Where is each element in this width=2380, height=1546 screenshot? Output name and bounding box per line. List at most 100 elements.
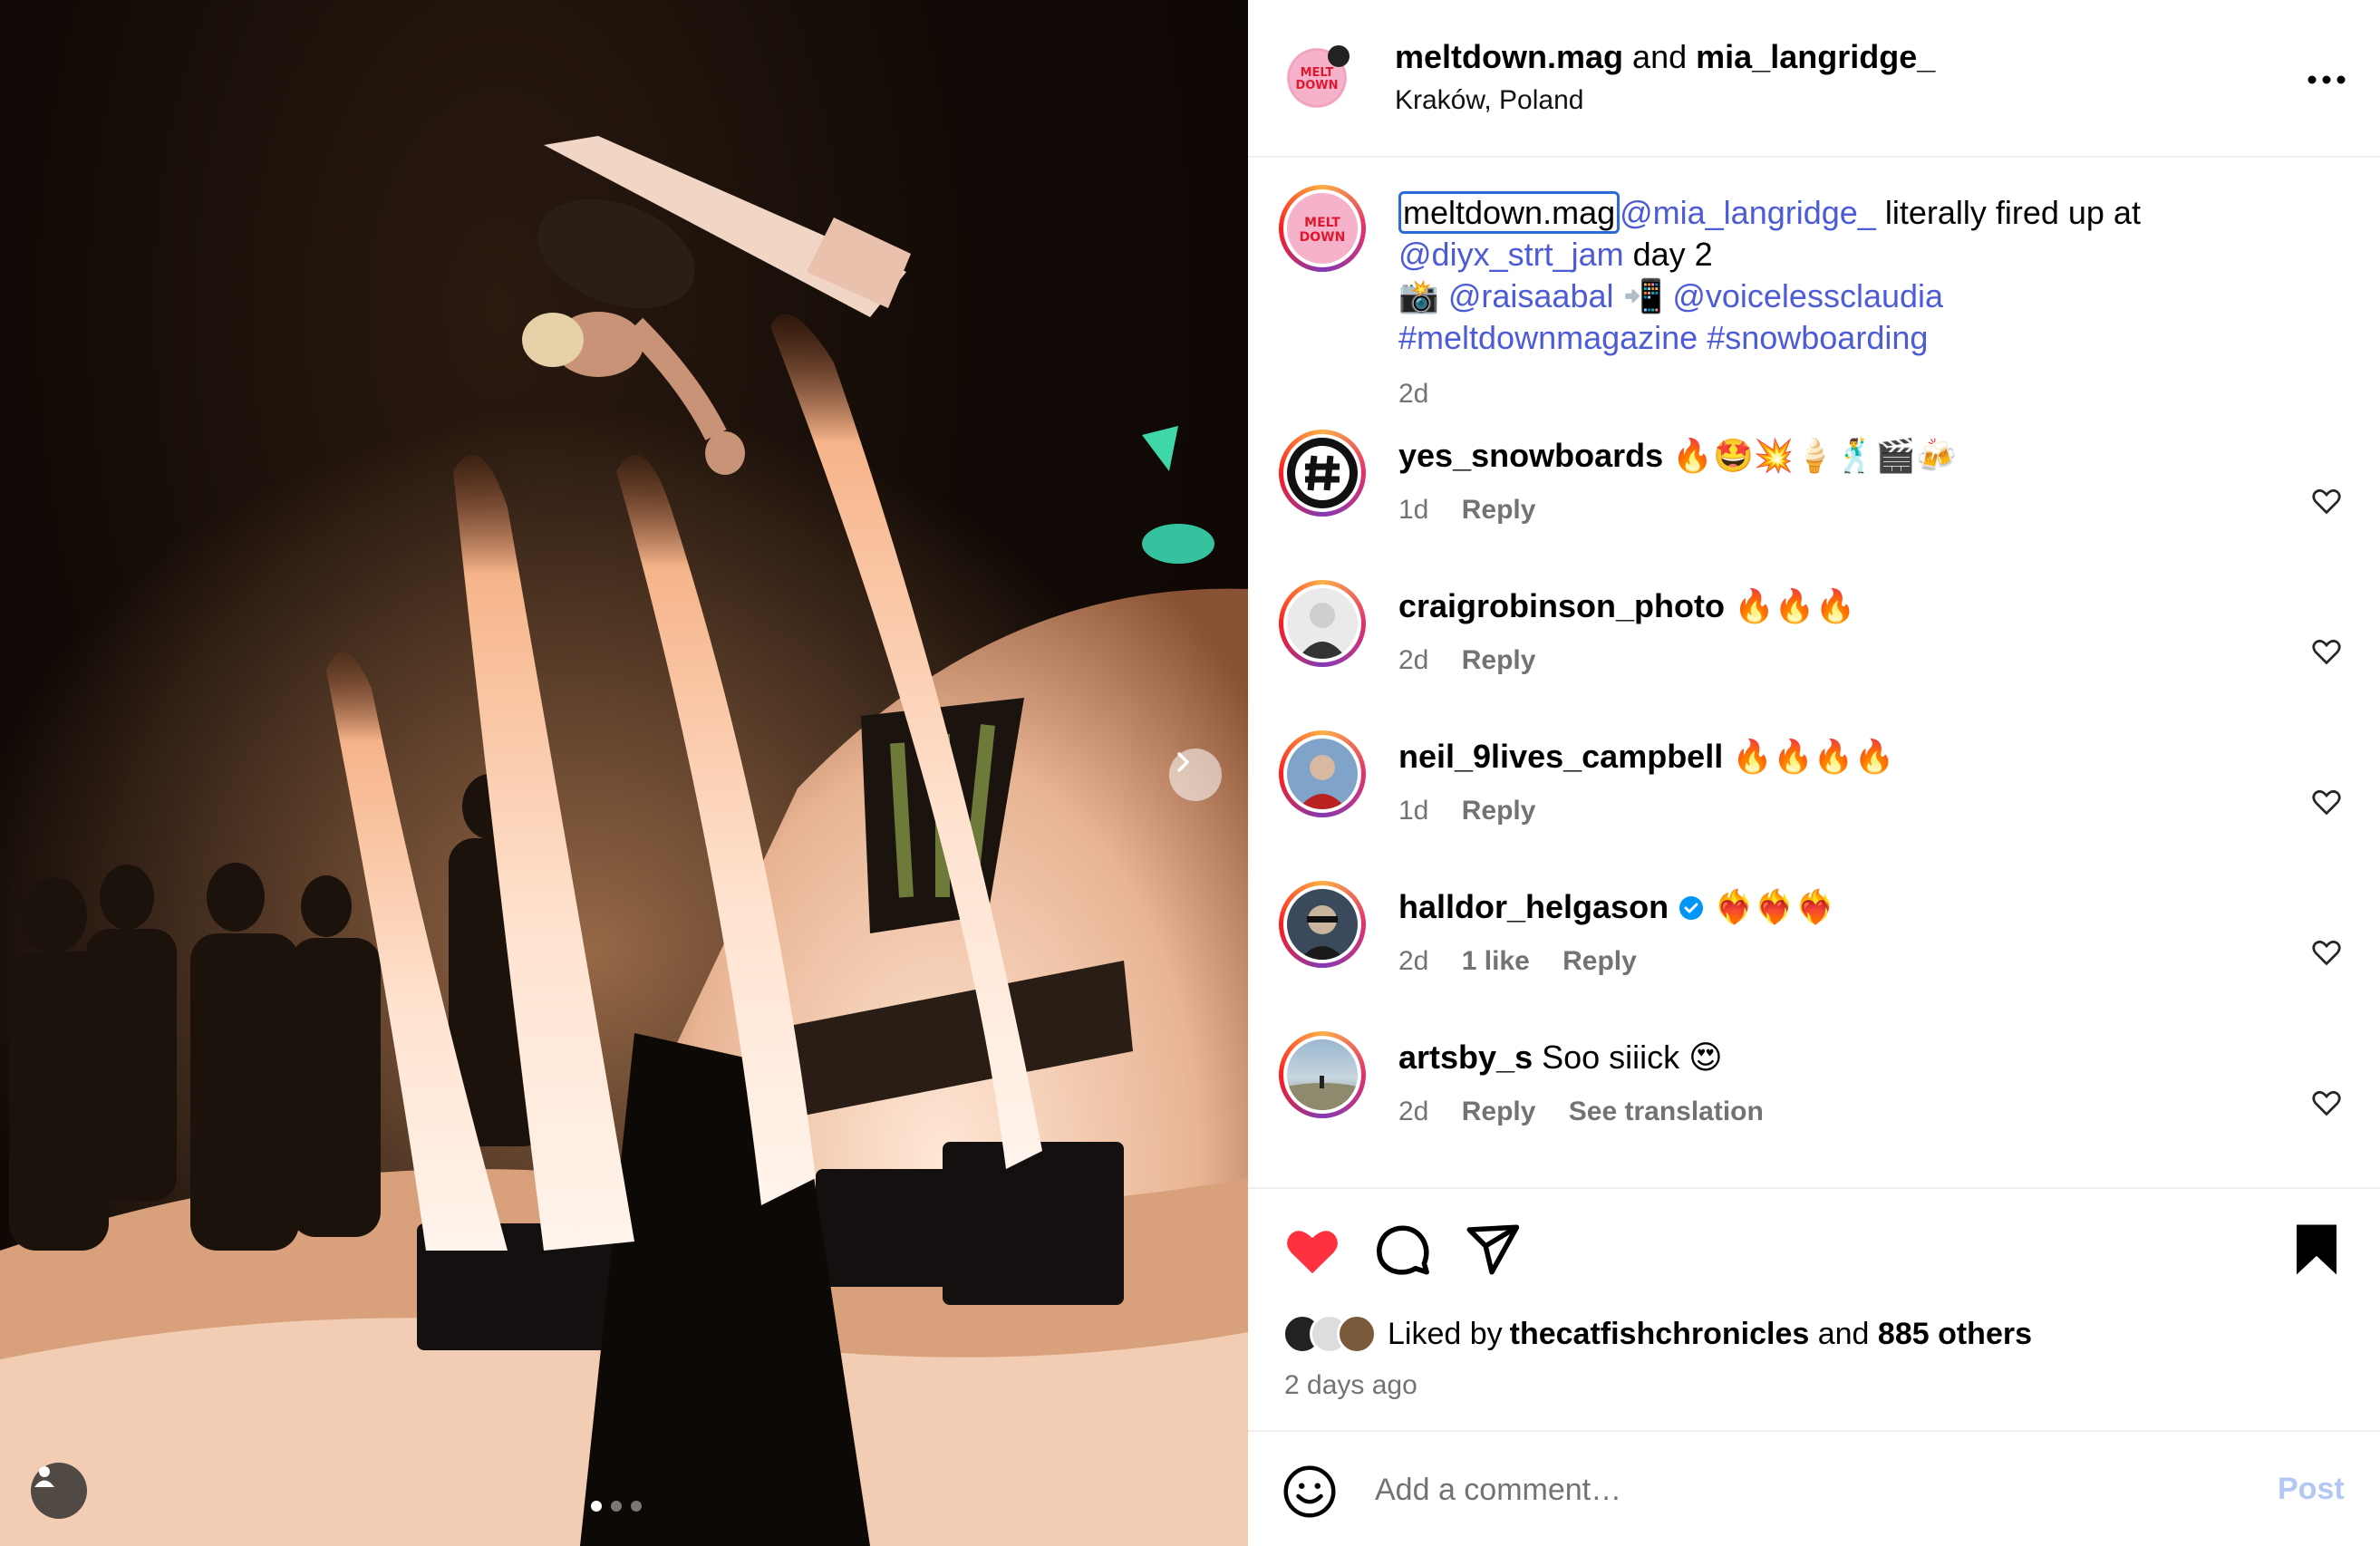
liked-by-prefix: Liked by	[1388, 1316, 1503, 1351]
comment-time[interactable]: 1d	[1398, 796, 1428, 826]
person-avatar-icon	[1298, 603, 1347, 659]
post-header: MELT DOWN meltdown.mag and mia_langridge…	[1248, 0, 2380, 158]
hashtag-link[interactable]: #meltdownmagazine	[1398, 319, 1698, 356]
comment-text: Soo siiick 😍	[1542, 1039, 1723, 1076]
caption-text: literally fired up at	[1875, 194, 2141, 231]
comment-like-icon[interactable]	[2310, 484, 2343, 517]
liked-by-joiner: and	[1809, 1316, 1878, 1351]
comment: artsby_s Soo siiick 😍 2d Reply See trans…	[1398, 1039, 1789, 1127]
comment: yes_snowboards 🔥🤩💥🍦🕺🎬🍻 1d Reply	[1398, 437, 1957, 526]
comment-time[interactable]: 2d	[1398, 1097, 1428, 1126]
chevron-right-icon	[1177, 752, 1189, 772]
person-avatar-icon	[1298, 755, 1347, 809]
comment-like-icon[interactable]	[2310, 1086, 2343, 1118]
reply-button[interactable]: Reply	[1562, 946, 1637, 976]
comment: neil_9lives_campbell 🔥🔥🔥🔥 1d Reply	[1398, 738, 1895, 826]
meltdown-logo: MELT DOWN	[1300, 216, 1346, 245]
comment-username[interactable]: neil_9lives_campbell	[1398, 738, 1723, 775]
mention-link[interactable]: @diyx_strt_jam	[1398, 236, 1624, 273]
liker-avatars	[1282, 1314, 1377, 1354]
comment-input[interactable]	[1375, 1464, 2191, 1515]
comment-like-icon[interactable]	[2310, 785, 2343, 817]
comment-username[interactable]: artsby_s	[1398, 1039, 1533, 1076]
person-avatar-icon	[1300, 905, 1345, 960]
caption: meltdown.mag @mia_langridge_ literally fi…	[1398, 191, 2323, 415]
tagged-user-icon	[34, 1466, 54, 1487]
comment-text: ❤️‍🔥❤️‍🔥❤️‍🔥	[1714, 888, 1836, 925]
comment-like-icon[interactable]	[2310, 935, 2343, 968]
reply-button[interactable]: Reply	[1462, 796, 1536, 826]
comment-text: 🔥🤩💥🍦🕺🎬🍻	[1672, 437, 1957, 474]
tagged-users-button[interactable]	[31, 1463, 87, 1519]
phone-emoji: 📲	[1622, 277, 1664, 314]
mention-link[interactable]: @voicelessclaudia	[1672, 277, 1943, 314]
author-avatar[interactable]: MELT DOWN	[1282, 43, 1351, 112]
comment: craigrobinson_photo 🔥🔥🔥 2d Reply	[1398, 587, 1856, 676]
comment-username[interactable]: craigrobinson_photo	[1398, 587, 1725, 624]
caption-text: day 2	[1623, 236, 1713, 273]
hashtag-link[interactable]: #snowboarding	[1707, 319, 1928, 356]
emoji-icon[interactable]	[1282, 1464, 1337, 1519]
comment-text: 🔥🔥🔥	[1734, 587, 1856, 624]
bookmark-icon[interactable]	[2287, 1220, 2346, 1280]
carousel-indicator	[591, 1501, 642, 1512]
comment-avatar[interactable]	[1279, 881, 1366, 968]
comment-composer: Post	[1248, 1430, 2380, 1546]
post-photo	[0, 136, 1248, 1546]
comment-time[interactable]: 1d	[1398, 495, 1428, 525]
post-media[interactable]	[0, 0, 1248, 1546]
reply-button[interactable]: Reply	[1462, 645, 1536, 675]
carousel-next-button[interactable]	[1169, 749, 1222, 801]
comment-avatar[interactable]	[1279, 580, 1366, 667]
heart-icon[interactable]	[1282, 1220, 1342, 1280]
comment-like-icon[interactable]	[2310, 634, 2343, 667]
comment-avatar[interactable]	[1279, 1031, 1366, 1118]
comment-text: 🔥🔥🔥🔥	[1732, 738, 1895, 775]
mention-link[interactable]: @raisaabal	[1448, 277, 1614, 314]
liker-username[interactable]: thecatfishchronicles	[1510, 1317, 1810, 1352]
liker-avatar[interactable]	[1337, 1314, 1377, 1354]
verified-badge-icon	[1679, 896, 1704, 920]
liked-by: Liked by thecatfishchronicles and 885 ot…	[1282, 1314, 2032, 1354]
comments-list[interactable]: MELT DOWN meltdown.mag @mia_langridge_ li…	[1248, 159, 2380, 1187]
post-date[interactable]: 2 days ago	[1284, 1370, 1417, 1401]
hash-logo-icon	[1295, 446, 1350, 500]
comment-avatar[interactable]	[1279, 430, 1366, 517]
meltdown-logo: MELT DOWN	[1290, 45, 1350, 105]
comment: halldor_helgason ❤️‍🔥❤️‍🔥❤️‍🔥 2d 1 like …	[1398, 888, 1836, 977]
author-link[interactable]: meltdown.mag	[1395, 38, 1623, 75]
comment-username[interactable]: yes_snowboards	[1398, 437, 1663, 474]
caption-time[interactable]: 2d	[1398, 379, 1428, 409]
camera-emoji: 📸	[1398, 277, 1439, 314]
svg-text:DOWN: DOWN	[1295, 79, 1338, 92]
caption-avatar[interactable]: MELT DOWN	[1279, 185, 1366, 272]
mention-link[interactable]: @mia_langridge_	[1620, 194, 1876, 231]
share-icon[interactable]	[1462, 1220, 1522, 1280]
see-translation-button[interactable]: See translation	[1569, 1097, 1764, 1126]
comment-username[interactable]: halldor_helgason	[1398, 888, 1669, 925]
post-actions: Liked by thecatfishchronicles and 885 ot…	[1248, 1187, 2380, 1430]
more-options-icon	[2307, 75, 2346, 84]
comment-likes-count[interactable]: 1 like	[1462, 946, 1530, 976]
post-authors: meltdown.mag and mia_langridge_	[1395, 38, 1935, 76]
post-side-panel: MELT DOWN meltdown.mag and mia_langridge…	[1248, 0, 2380, 1546]
more-options-button[interactable]	[2299, 62, 2354, 98]
svg-text:DOWN: DOWN	[1300, 230, 1346, 245]
reply-button[interactable]: Reply	[1462, 495, 1536, 525]
coauthor-link[interactable]: mia_langridge_	[1696, 38, 1935, 75]
post-location[interactable]: Kraków, Poland	[1395, 85, 1583, 116]
comment-time[interactable]: 2d	[1398, 645, 1428, 675]
post-comment-button[interactable]: Post	[2278, 1472, 2345, 1507]
authors-joiner: and	[1632, 38, 1688, 75]
caption-author-link[interactable]: meltdown.mag	[1398, 191, 1621, 234]
comment-icon[interactable]	[1373, 1220, 1433, 1280]
likes-count[interactable]: 885 others	[1878, 1317, 2032, 1352]
landscape-avatar-icon	[1287, 1076, 1358, 1110]
svg-text:MELT: MELT	[1304, 216, 1340, 230]
comment-time[interactable]: 2d	[1398, 946, 1428, 976]
comment-avatar[interactable]	[1279, 730, 1366, 817]
carousel-dot	[591, 1501, 602, 1512]
svg-text:MELT: MELT	[1301, 66, 1334, 80]
carousel-dot	[611, 1501, 622, 1512]
reply-button[interactable]: Reply	[1462, 1097, 1536, 1126]
